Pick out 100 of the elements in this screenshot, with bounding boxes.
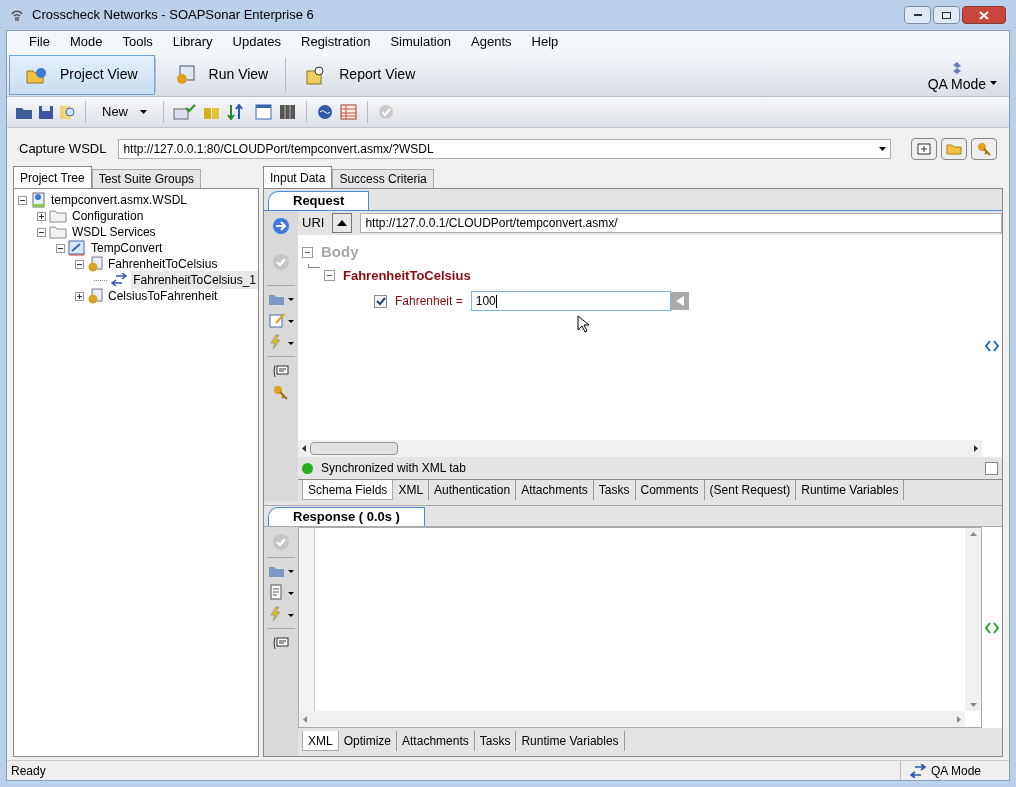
tree-item[interactable]: TempConvert xyxy=(89,239,165,257)
mode-button[interactable]: QA Mode xyxy=(919,54,1005,95)
menu-item[interactable]: Simulation xyxy=(380,32,462,52)
collapse-icon[interactable] xyxy=(18,195,27,205)
tree-item[interactable]: FahrenheitToCelsius_1 xyxy=(131,271,258,289)
collapse-icon[interactable] xyxy=(75,259,84,269)
tab[interactable]: (Sent Request) xyxy=(704,480,797,500)
tab[interactable]: Runtime Variables xyxy=(796,480,905,500)
key-icon[interactable] xyxy=(971,138,997,160)
lightning-icon[interactable] xyxy=(268,334,294,350)
field-checkbox[interactable] xyxy=(374,294,387,308)
check-icon[interactable] xyxy=(272,533,290,551)
tree-item[interactable]: Configuration xyxy=(70,207,146,225)
tab[interactable]: XML xyxy=(302,731,339,751)
collapse-icon[interactable] xyxy=(56,243,65,253)
minimize-button[interactable] xyxy=(904,6,931,24)
lightning-icon[interactable] xyxy=(268,606,294,622)
tab[interactable]: Optimize xyxy=(338,731,398,751)
wsdl-url-field[interactable]: http://127.0.0.1:80/CLOUDPort/tempconvert.asmx/?WSDL xyxy=(118,139,891,159)
tab[interactable]: Tasks xyxy=(593,480,636,500)
view-tab[interactable]: Report View xyxy=(288,54,433,95)
antenna-icon xyxy=(10,8,24,22)
folder-icon[interactable] xyxy=(941,138,967,160)
tab[interactable]: Test Suite Groups xyxy=(91,169,202,188)
caret-icon xyxy=(879,147,886,151)
response-tab[interactable]: Response ( 0.0s ) xyxy=(268,507,425,526)
expand-icon[interactable] xyxy=(37,211,46,221)
tab[interactable]: Runtime Variables xyxy=(516,731,625,751)
menu-item[interactable]: Library xyxy=(162,32,223,52)
table-icon[interactable] xyxy=(339,104,359,120)
folder-icon xyxy=(49,225,67,239)
folder-icon[interactable] xyxy=(268,292,294,306)
request-tab[interactable]: Request xyxy=(268,191,370,210)
menu-item[interactable]: File xyxy=(19,32,60,52)
scroll-down-icon[interactable] xyxy=(969,703,977,707)
globe-icon[interactable] xyxy=(315,104,335,120)
tab[interactable]: Tasks xyxy=(474,731,517,751)
comment-icon[interactable] xyxy=(272,635,290,651)
scroll-left-icon[interactable] xyxy=(302,445,306,452)
key-icon[interactable] xyxy=(272,385,290,401)
tab[interactable]: Comments xyxy=(635,480,705,500)
tab[interactable]: Project Tree xyxy=(13,166,92,188)
search-icon[interactable] xyxy=(59,104,77,120)
tab[interactable]: Attachments xyxy=(516,480,594,500)
view-tab[interactable]: Project View xyxy=(9,54,155,95)
close-button[interactable] xyxy=(962,6,1006,24)
menu-item[interactable]: Help xyxy=(521,32,569,52)
save-icon[interactable] xyxy=(37,104,55,120)
document-icon[interactable] xyxy=(268,584,294,600)
comment-icon[interactable] xyxy=(272,363,290,379)
tree-item[interactable]: CelsiusToFahrenheit xyxy=(106,287,220,305)
code-brackets-icon[interactable] xyxy=(985,621,999,634)
tree-item[interactable]: FahrenheitToCelsius xyxy=(106,255,220,273)
window-icon[interactable] xyxy=(254,104,274,120)
new-button[interactable]: New xyxy=(94,100,155,124)
tree-item[interactable]: tempconvert.asmx.WSDL xyxy=(49,191,190,209)
code-brackets-icon[interactable] xyxy=(985,340,999,352)
vertical-scrollbar[interactable] xyxy=(965,528,981,711)
tab[interactable]: Attachments xyxy=(397,731,475,751)
check-icon[interactable] xyxy=(272,253,290,271)
menu-item[interactable]: Mode xyxy=(59,32,113,52)
tab[interactable]: XML xyxy=(393,480,430,500)
caret-icon xyxy=(990,80,997,85)
status-text: Ready xyxy=(11,762,46,780)
tab[interactable]: Success Criteria xyxy=(332,169,434,188)
menu-item[interactable]: Registration xyxy=(291,32,381,52)
fahrenheit-input[interactable]: 100 xyxy=(470,291,671,311)
tab[interactable]: Schema Fields xyxy=(302,480,394,500)
sync-status: Synchronized with XML tab xyxy=(321,460,466,477)
collapse-button[interactable] xyxy=(332,213,353,233)
mode-indicator: QA Mode xyxy=(899,761,1005,780)
notepad-icon[interactable] xyxy=(268,312,294,328)
document-globe-icon xyxy=(30,192,46,208)
swap-arrows-icon xyxy=(908,763,927,778)
collapse-icon[interactable] xyxy=(302,246,313,258)
add-icon[interactable] xyxy=(911,138,937,160)
menu-item[interactable]: Agents xyxy=(461,32,522,52)
scroll-right-icon[interactable] xyxy=(974,445,978,452)
tree-item[interactable]: WSDL Services xyxy=(70,223,158,241)
menu-item[interactable]: Tools xyxy=(112,32,163,52)
checkbox[interactable] xyxy=(985,461,998,475)
checklist-icon[interactable] xyxy=(172,104,198,120)
collapse-icon[interactable] xyxy=(324,269,335,281)
folder-icon xyxy=(49,209,67,223)
uri-field[interactable]: http://127.0.0.1/CLOUDPort/tempconvert.asmx/ xyxy=(360,213,1002,233)
arrow-right-icon[interactable] xyxy=(272,217,290,235)
tab[interactable]: Authentication xyxy=(429,480,517,500)
horizontal-scrollbar[interactable] xyxy=(298,440,982,457)
collapse-icon[interactable] xyxy=(37,227,46,237)
menu-item[interactable]: Updates xyxy=(222,32,291,52)
maximize-button[interactable] xyxy=(933,6,960,24)
view-tab[interactable]: Run View xyxy=(157,54,286,95)
operation-label: FahrenheitToCelsius xyxy=(343,266,471,285)
uri-label: URI xyxy=(302,214,325,233)
tab[interactable]: Input Data xyxy=(263,166,333,188)
check-icon[interactable] xyxy=(376,104,396,120)
folder-icon[interactable] xyxy=(268,564,294,578)
expand-icon[interactable] xyxy=(75,291,84,301)
scroll-up-icon[interactable] xyxy=(969,532,977,536)
columns-icon[interactable] xyxy=(278,104,298,120)
